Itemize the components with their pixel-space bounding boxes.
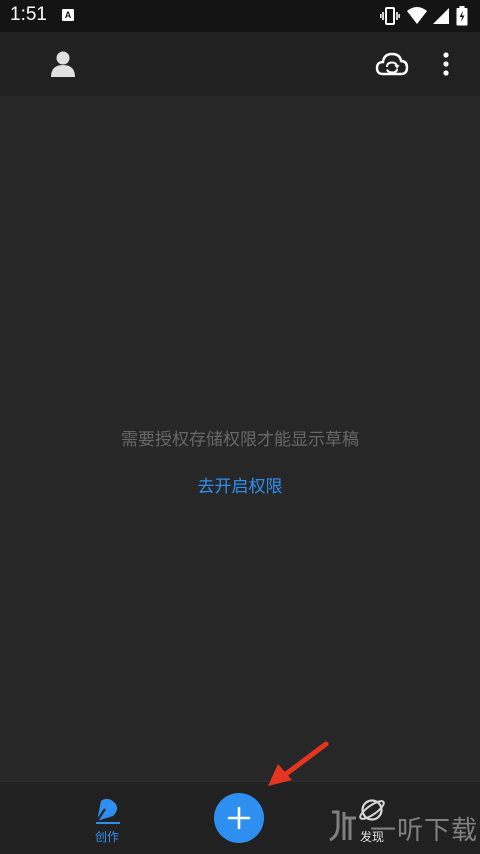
watermark-text: 一听下载 — [370, 816, 479, 846]
status-time: 1:51 — [10, 4, 47, 25]
create-pen-icon — [96, 798, 120, 824]
watermark-logo-icon — [329, 810, 356, 842]
annotation-arrow — [268, 741, 329, 786]
nav-item-create[interactable]: 创作 — [57, 782, 157, 854]
storage-permission-message: 需要授权存储权限才能显示草稿 — [121, 430, 359, 450]
status-bar: 1:51 A — [0, 0, 480, 32]
profile-icon[interactable] — [50, 50, 76, 77]
cloud-sync-icon[interactable] — [375, 50, 409, 78]
nav-label-create: 创作 — [94, 830, 119, 844]
signal-icon — [433, 8, 449, 24]
watermark: 一听下载 — [322, 800, 480, 850]
add-draft-button[interactable] — [214, 793, 264, 843]
plus-icon — [227, 806, 251, 830]
battery-icon — [456, 6, 468, 26]
enable-permission-link[interactable]: 去开启权限 — [0, 472, 480, 497]
drafts-area: 需要授权存储权限才能显示草稿 去开启权限 — [0, 96, 480, 781]
top-toolbar — [0, 32, 480, 96]
vibrate-icon — [380, 7, 400, 25]
wifi-icon — [407, 7, 427, 24]
notification-badge: A — [62, 9, 74, 21]
more-vert-icon[interactable] — [442, 52, 450, 78]
